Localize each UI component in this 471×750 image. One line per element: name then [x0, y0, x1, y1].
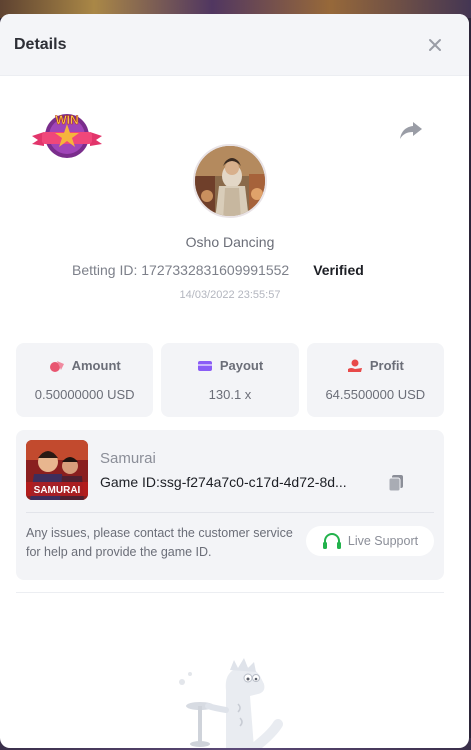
headset-icon	[322, 533, 341, 549]
game-name: Samurai	[100, 450, 156, 467]
modal-header: Details	[0, 14, 469, 76]
game-thumbnail-image: SAMURAI	[26, 440, 88, 500]
stat-amount: Amount 0.50000000 USD	[16, 343, 154, 417]
game-card: SAMURAI Samurai Game ID:ssg-f274a7c0-c17…	[16, 430, 444, 580]
avatar	[193, 144, 267, 218]
betting-info-row: Betting ID: 1727332831609991552 Verified	[72, 262, 412, 278]
issue-text: Any issues, please contact the customer …	[26, 526, 293, 559]
details-modal: Details WIN Osho Dancing Betting ID: 172…	[0, 14, 469, 748]
live-support-label: Live Support	[347, 534, 419, 548]
stats-row: Amount 0.50000000 USD Payout 130.1 x Pro…	[16, 343, 444, 417]
copy-icon[interactable]	[388, 474, 404, 492]
stat-amount-label: Amount	[71, 358, 121, 373]
verified-label: Verified	[313, 262, 364, 278]
stat-profit-label: Profit	[369, 358, 404, 373]
stat-profit-value: 64.5500000 USD	[325, 387, 426, 402]
stat-payout-label: Payout	[219, 358, 264, 373]
close-icon	[429, 38, 441, 51]
stat-profit: Profit 64.5500000 USD	[306, 343, 444, 417]
stat-payout: Payout 130.1 x	[161, 343, 299, 417]
stat-payout-value: 130.1 x	[208, 387, 252, 402]
game-id: Game ID:ssg-f274a7c0-c17d-4d72-8d...	[100, 474, 347, 490]
close-button[interactable]	[425, 35, 445, 55]
card-divider	[26, 512, 434, 513]
share-icon[interactable]	[398, 118, 424, 142]
card-icon	[197, 360, 212, 371]
hand-coin-icon	[347, 359, 362, 372]
live-support-button[interactable]: Live Support	[306, 526, 434, 556]
avatar-image	[195, 146, 265, 216]
coins-icon	[49, 360, 64, 372]
section-divider	[16, 592, 444, 593]
stat-payout-head: Payout	[197, 358, 263, 373]
win-badge-icon: WIN	[32, 113, 102, 158]
user-name: Osho Dancing	[185, 234, 275, 250]
game-thumbnail-text: SAMURAI	[34, 485, 81, 496]
bet-timestamp: 14/03/2022 23:55:57	[179, 289, 281, 301]
game-thumbnail[interactable]: SAMURAI	[26, 440, 88, 500]
modal-title: Details	[14, 35, 67, 53]
stat-amount-head: Amount	[49, 358, 121, 373]
stat-amount-value: 0.50000000 USD	[34, 387, 135, 402]
betting-id: Betting ID: 1727332831609991552	[72, 262, 290, 278]
stat-profit-head: Profit	[347, 358, 404, 373]
win-badge-text: WIN	[55, 113, 78, 127]
dinosaur-mascot-icon	[179, 658, 283, 748]
